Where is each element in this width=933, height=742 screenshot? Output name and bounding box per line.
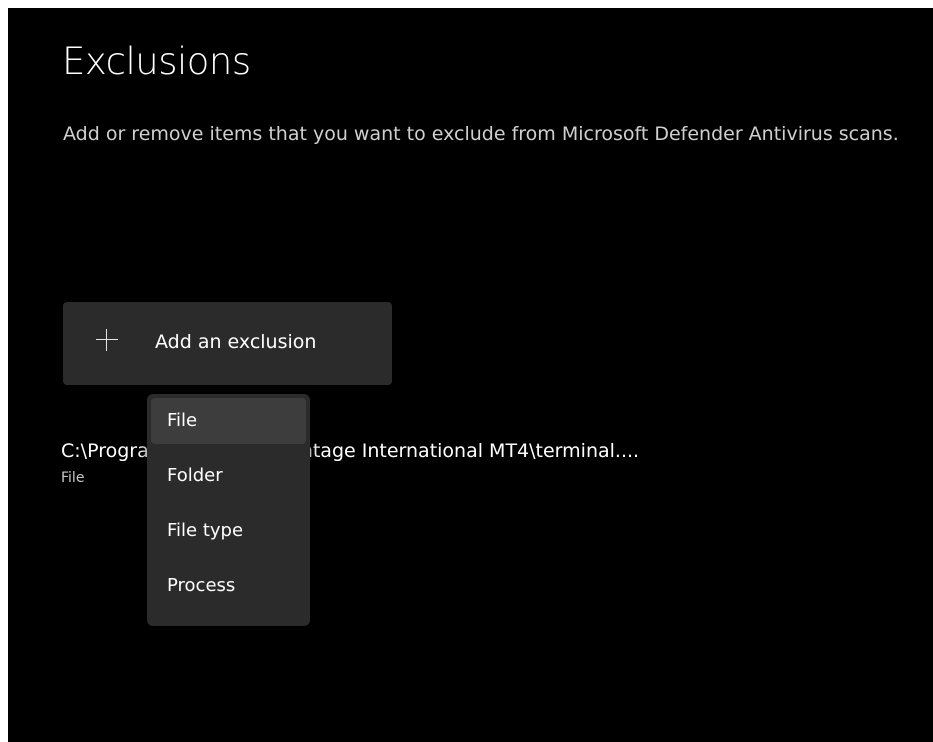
menu-item-label: Folder [167, 465, 223, 486]
menu-item-file-type[interactable]: File type [151, 508, 306, 554]
menu-item-process[interactable]: Process [151, 563, 306, 609]
add-exclusion-label: Add an exclusion [155, 331, 317, 353]
exclusions-window: Exclusions Add or remove items that you … [8, 8, 933, 742]
menu-item-file[interactable]: File [151, 398, 306, 444]
page-title: Exclusions [62, 40, 251, 83]
page-description: Add or remove items that you want to exc… [63, 123, 899, 145]
add-exclusion-button[interactable]: Add an exclusion [63, 302, 392, 385]
plus-icon [96, 329, 118, 351]
menu-item-folder[interactable]: Folder [151, 453, 306, 499]
menu-item-label: Process [167, 575, 236, 596]
menu-item-label: File [167, 410, 198, 431]
exclusion-type-menu: File Folder File type Process [147, 394, 310, 626]
exclusion-type: File [61, 470, 85, 486]
menu-item-label: File type [167, 520, 244, 541]
